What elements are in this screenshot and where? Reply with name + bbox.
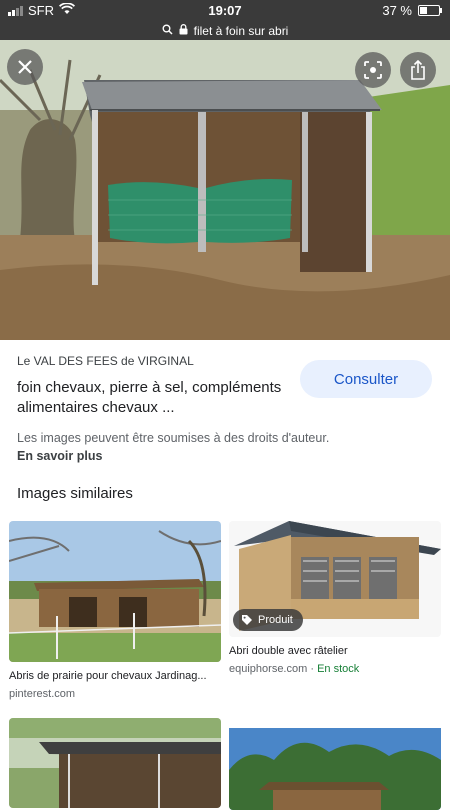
main-image[interactable] bbox=[0, 40, 450, 340]
url-bar[interactable]: filet à foin sur abri bbox=[0, 22, 450, 40]
learn-more-link[interactable]: En savoir plus bbox=[17, 449, 102, 463]
tag-icon bbox=[241, 614, 253, 626]
similar-images-heading: Images similaires bbox=[17, 485, 133, 502]
similar-image-thumbnail[interactable]: Produit bbox=[229, 521, 441, 637]
status-bar: SFR 19:07 37 % bbox=[0, 0, 450, 22]
lens-icon bbox=[364, 61, 382, 79]
similar-image-card[interactable] bbox=[9, 718, 221, 808]
result-info: Le VAL DES FEES de VIRGINAL foin chevaux… bbox=[0, 340, 450, 468]
battery-icon bbox=[418, 5, 442, 16]
similar-image-card[interactable] bbox=[229, 690, 441, 810]
similar-image-thumbnail[interactable] bbox=[9, 521, 221, 662]
similar-item-source: pinterest.com bbox=[9, 688, 76, 700]
similar-item-title[interactable]: Abri double avec râtelier bbox=[229, 645, 441, 657]
product-badge: Produit bbox=[233, 609, 303, 631]
lock-icon bbox=[179, 24, 188, 38]
url-text: filet à foin sur abri bbox=[193, 24, 289, 38]
lens-button[interactable] bbox=[355, 52, 391, 88]
battery-percent: 37 % bbox=[382, 3, 412, 18]
share-icon bbox=[410, 60, 426, 80]
close-icon bbox=[18, 60, 32, 74]
search-icon bbox=[162, 24, 173, 38]
similar-item-meta: equiphorse.com · En stock bbox=[229, 663, 360, 675]
consult-button[interactable]: Consulter bbox=[300, 360, 432, 398]
source-name[interactable]: Le VAL DES FEES de VIRGINAL bbox=[17, 354, 194, 368]
similar-item-title[interactable]: Abris de prairie pour chevaux Jardinag..… bbox=[9, 670, 221, 682]
similar-item-source: equiphorse.com bbox=[229, 663, 308, 675]
badge-label: Produit bbox=[258, 614, 293, 626]
stock-status: En stock bbox=[317, 663, 360, 675]
result-title[interactable]: foin chevaux, pierre à sel, compléments … bbox=[17, 378, 292, 418]
similar-image-card[interactable]: Abris de prairie pour chevaux Jardinag..… bbox=[9, 521, 221, 700]
similar-image-card[interactable]: Produit Abri double avec râtelier equiph… bbox=[229, 521, 441, 675]
share-button[interactable] bbox=[400, 52, 436, 88]
copyright-notice: Les images peuvent être soumises à des d… bbox=[17, 431, 330, 445]
similar-image-thumbnail[interactable] bbox=[229, 690, 441, 810]
close-button[interactable] bbox=[7, 49, 43, 85]
similar-image-thumbnail[interactable] bbox=[9, 718, 221, 808]
